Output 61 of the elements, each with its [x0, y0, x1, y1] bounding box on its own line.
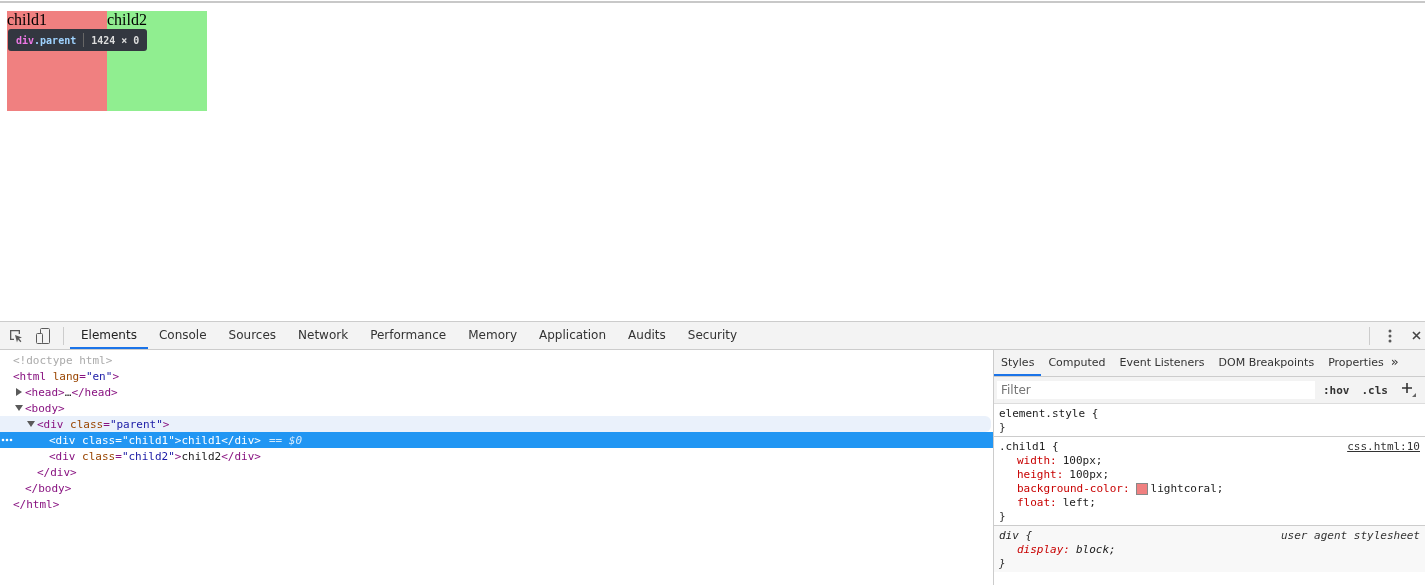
html-markup: </html> [13, 497, 60, 511]
html-markup: <div class="child2">child2</div> [49, 449, 261, 463]
property-value: 100px; [1069, 468, 1110, 482]
box-label: child2 [107, 12, 147, 28]
html-markup: <!doctype html> [13, 353, 113, 367]
property-value: lightcoral; [1150, 482, 1224, 496]
panel-tab[interactable]: Sources [217, 322, 288, 349]
property-value: 100px; [1062, 454, 1103, 468]
sidebar-tab[interactable]: DOM Breakpoints [1211, 350, 1322, 376]
panel-tab[interactable]: Performance [359, 322, 458, 349]
tree-row-highlight[interactable]: <div class="parent"> [0, 416, 991, 432]
rule-origin: user agent stylesheet [1280, 529, 1420, 543]
panel-tab[interactable]: Audits [617, 322, 677, 349]
property-name: background-color: [1017, 482, 1130, 496]
html-markup: <div class="parent"> [37, 417, 170, 431]
filter-field[interactable]: Filter [997, 381, 1315, 399]
html-markup: <div class="child1">child1</div> [49, 433, 261, 447]
property-value: block; [1076, 543, 1116, 557]
panel-tab[interactable]: Security [676, 322, 749, 349]
rule-selector: .child1 { [999, 440, 1059, 454]
html-markup: </div> [37, 465, 77, 479]
add-icon[interactable] [1402, 383, 1416, 397]
expanded-arrow-icon[interactable] [27, 420, 35, 428]
source-link[interactable]: css.html:10 [1347, 440, 1420, 454]
box-label: child1 [7, 12, 47, 28]
sidebar-tab[interactable]: Event Listeners [1112, 350, 1212, 376]
html-markup: <head>…</head> [25, 385, 118, 399]
panel-tab[interactable]: Application [528, 322, 618, 349]
tooltip-size: 1424 × 0 [91, 34, 140, 46]
property-name: width: [1017, 454, 1057, 468]
close-icon[interactable] [1412, 331, 1421, 340]
cls-button[interactable]: .cls [1361, 383, 1388, 397]
device-icon[interactable] [36, 327, 50, 344]
overflow-button[interactable]: » [1390, 350, 1399, 376]
rule-selector: div { [999, 529, 1033, 543]
tooltip-selector: div.parent [16, 34, 77, 46]
more-icon[interactable] [1, 438, 13, 442]
more-icon[interactable] [1388, 328, 1392, 343]
property-name: float: [1017, 496, 1057, 510]
sidebar-tab[interactable]: Properties [1321, 350, 1391, 376]
html-markup: <html lang="en"> [13, 369, 119, 383]
selection-marker: == $0 [269, 433, 303, 447]
rule-selector: element.style { [999, 407, 1099, 421]
property-value: left; [1062, 496, 1096, 510]
html-markup: </body> [25, 481, 72, 495]
inspect-icon[interactable] [9, 328, 23, 343]
rule-brace: } [999, 557, 1007, 571]
html-markup: <body> [25, 401, 65, 415]
collapsed-arrow-icon[interactable] [15, 388, 23, 396]
panel-tab[interactable]: Network [287, 322, 360, 349]
rule-brace: } [999, 421, 1007, 435]
property-name: display: [1017, 543, 1070, 557]
expanded-arrow-icon[interactable] [15, 404, 23, 412]
property-name: height: [1017, 468, 1064, 482]
panel-tab[interactable]: Console [147, 322, 218, 349]
panel-tab[interactable]: Elements [70, 322, 148, 349]
hov-button[interactable]: :hov [1323, 383, 1350, 397]
rule-brace: } [999, 510, 1007, 524]
color-swatch[interactable] [1135, 483, 1148, 495]
sidebar-tab[interactable]: Computed [1041, 350, 1113, 376]
panel-tab[interactable]: Memory [457, 322, 528, 349]
